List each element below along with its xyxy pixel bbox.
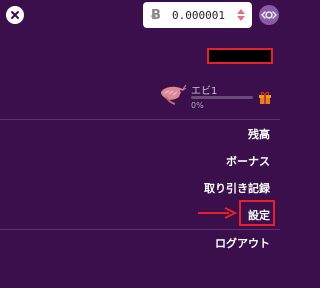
gift-icon[interactable]: [258, 90, 272, 104]
menu-item-logout[interactable]: ログアウト: [215, 235, 270, 251]
shrimp-icon: [161, 84, 187, 105]
bitcoin-icon: Ƀ: [151, 7, 161, 23]
rank-progress-label: 0%: [191, 101, 204, 110]
settings-highlight-box: [239, 200, 275, 226]
menu-item-transactions[interactable]: 取り引き記録: [204, 180, 270, 196]
avatar-icon: [261, 11, 277, 19]
red-arrow-icon: [198, 207, 237, 219]
username-redacted: [207, 48, 273, 64]
close-icon: [11, 11, 19, 19]
close-button[interactable]: [6, 6, 24, 24]
balance-value: 0.000001: [172, 8, 225, 22]
sort-arrows-icon: [236, 9, 246, 21]
rank-section: エビ1 0%: [157, 82, 275, 112]
menu-item-balance[interactable]: 残高: [248, 126, 270, 142]
avatar-button[interactable]: [259, 5, 279, 25]
rank-progress-bar: [191, 96, 253, 99]
menu-divider-top: [0, 119, 280, 120]
menu-item-bonus[interactable]: ボーナス: [226, 153, 270, 169]
menu-divider-bottom: [0, 229, 280, 230]
rank-name: エビ1: [191, 86, 218, 97]
balance-selector[interactable]: Ƀ 0.000001: [143, 2, 252, 28]
